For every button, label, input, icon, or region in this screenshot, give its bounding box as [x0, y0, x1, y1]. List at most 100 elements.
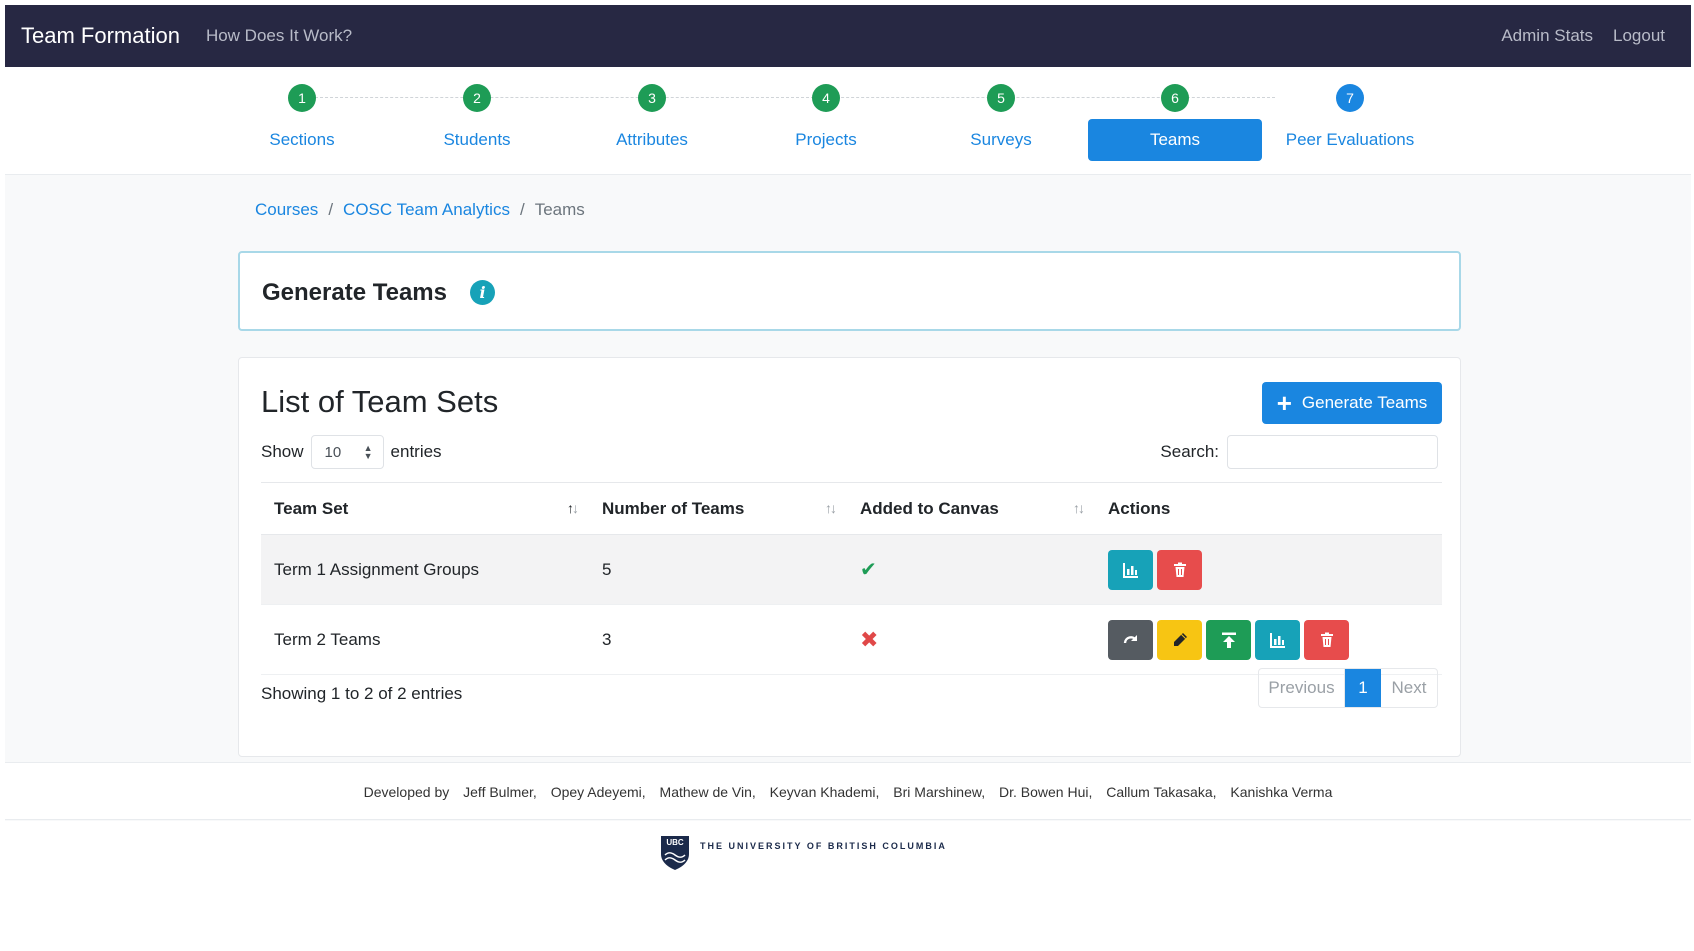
navbar-right: Admin Stats Logout: [1501, 5, 1665, 67]
upload-to-canvas-button[interactable]: [1206, 619, 1251, 660]
step-number: 4: [812, 84, 840, 112]
ubc-logo[interactable]: UBC THE UNIVERSITY OF BRITISH COLUMBIA: [660, 835, 947, 871]
step-students[interactable]: 2 Students: [390, 67, 564, 175]
ubc-crest-icon: UBC: [661, 836, 689, 870]
developer-name: Bri Marshinew,: [893, 784, 986, 800]
step-projects[interactable]: 4 Projects: [739, 67, 913, 175]
search-control: Search:: [1160, 435, 1438, 469]
step-surveys[interactable]: 5 Surveys: [914, 67, 1088, 175]
edit-button[interactable]: [1157, 619, 1202, 660]
step-label[interactable]: Teams: [1088, 119, 1262, 161]
svg-text:UBC: UBC: [666, 838, 684, 847]
column-header-actions: Actions: [1095, 482, 1442, 535]
plus-icon: +: [1276, 388, 1292, 418]
trash-icon: [1320, 632, 1333, 647]
step-label[interactable]: Peer Evaluations: [1263, 119, 1437, 161]
show-label: Show: [261, 442, 304, 461]
step-number: 3: [638, 84, 666, 112]
breadcrumb-separator: /: [328, 200, 334, 219]
step-label[interactable]: Sections: [215, 119, 389, 161]
pagination: Previous 1 Next: [1258, 668, 1438, 708]
pencil-icon: [1173, 632, 1187, 646]
developers-footer: Developed by Jeff Bulmer, Opey Adeyemi, …: [5, 762, 1691, 820]
developer-name: Kanishka Verma: [1230, 784, 1333, 800]
workflow-stepper: 1 Sections 2 Students 3 Attributes 4 Pro…: [5, 67, 1691, 175]
step-number: 2: [463, 84, 491, 112]
select-arrows-icon: ▲ ▼: [363, 443, 373, 461]
admin-stats-link[interactable]: Admin Stats: [1501, 26, 1593, 46]
breadcrumb-current: Teams: [534, 200, 585, 219]
step-label[interactable]: Students: [390, 119, 564, 161]
column-header-number-of-teams[interactable]: Number of Teams ↑↓: [589, 482, 847, 535]
number-of-teams: 3: [589, 604, 847, 675]
step-peer-evaluations[interactable]: 7 Peer Evaluations: [1263, 67, 1437, 175]
generate-teams-button[interactable]: + Generate Teams: [1262, 382, 1442, 424]
how-it-works-link[interactable]: How Does It Work?: [206, 26, 352, 46]
entries-select[interactable]: 10 ▲ ▼: [310, 435, 384, 469]
developed-by-label: Developed by: [363, 784, 450, 800]
developer-name: Dr. Bowen Hui,: [999, 784, 1093, 800]
view-stats-button[interactable]: [1108, 549, 1153, 590]
number-of-teams: 5: [589, 534, 847, 605]
actions-cell: [1095, 604, 1442, 675]
entries-length-control: Show 10 ▲ ▼ entries: [261, 435, 442, 469]
logout-link[interactable]: Logout: [1613, 26, 1665, 46]
developer-name: Keyvan Khademi,: [769, 784, 880, 800]
step-sections[interactable]: 1 Sections: [215, 67, 389, 175]
delete-button[interactable]: [1304, 619, 1349, 660]
added-to-canvas-cell: ✖: [847, 604, 1095, 675]
step-number: 7: [1336, 84, 1364, 112]
info-icon[interactable]: i: [470, 280, 495, 305]
redo-button[interactable]: [1108, 619, 1153, 660]
step-attributes[interactable]: 3 Attributes: [565, 67, 739, 175]
step-number: 5: [987, 84, 1015, 112]
brand-link[interactable]: Team Formation: [21, 23, 180, 49]
team-sets-title: List of Team Sets: [261, 384, 499, 419]
team-set-name: Term 2 Teams: [261, 604, 589, 675]
added-to-canvas-cell: ✔: [847, 534, 1095, 605]
breadcrumb: Courses / COSC Team Analytics / Teams: [255, 200, 585, 220]
university-footer: UBC THE UNIVERSITY OF BRITISH COLUMBIA: [5, 821, 1691, 945]
generate-teams-button-label: Generate Teams: [1301, 393, 1428, 412]
developer-name: Mathew de Vin,: [659, 784, 756, 800]
step-teams[interactable]: 6 Teams: [1088, 67, 1262, 175]
column-header-team-set[interactable]: Team Set ↑↓: [261, 482, 589, 535]
bar-chart-icon: [1269, 632, 1285, 648]
step-number: 1: [288, 84, 316, 112]
checkmark-icon: ✔: [860, 559, 877, 581]
step-number: 6: [1161, 84, 1189, 112]
search-input[interactable]: [1227, 435, 1438, 469]
sort-icon: ↑↓: [825, 500, 837, 516]
redo-icon: [1123, 634, 1137, 643]
table-row: Term 1 Assignment Groups 5 ✔: [261, 534, 1442, 605]
app-frame: Team Formation How Does It Work? Admin S…: [5, 5, 1691, 945]
column-header-added-to-canvas[interactable]: Added to Canvas ↑↓: [847, 482, 1095, 535]
step-label[interactable]: Projects: [739, 119, 913, 161]
team-sets-card: List of Team Sets + Generate Teams Show …: [238, 357, 1461, 757]
entries-label: entries: [390, 442, 442, 461]
generate-teams-card: Generate Teams i: [238, 251, 1461, 331]
trash-icon: [1173, 562, 1186, 577]
top-navbar: Team Formation How Does It Work? Admin S…: [5, 5, 1691, 67]
sort-icon: ↑↓: [567, 500, 579, 516]
breadcrumb-course[interactable]: COSC Team Analytics: [343, 200, 510, 220]
view-stats-button[interactable]: [1255, 619, 1300, 660]
actions-cell: [1095, 534, 1442, 605]
page-title: Generate Teams: [262, 279, 447, 306]
university-name: THE UNIVERSITY OF BRITISH COLUMBIA: [700, 841, 947, 851]
next-page-button[interactable]: Next: [1381, 669, 1437, 707]
sort-icon: ↑↓: [1073, 500, 1085, 516]
team-set-name: Term 1 Assignment Groups: [261, 534, 589, 605]
team-sets-table: Team Set ↑↓ Number of Teams ↑↓ Added to …: [261, 482, 1442, 675]
upload-icon: [1221, 632, 1236, 648]
breadcrumb-separator: /: [519, 200, 525, 219]
previous-page-button[interactable]: Previous: [1259, 669, 1345, 707]
step-label[interactable]: Surveys: [914, 119, 1088, 161]
table-row: Term 2 Teams 3 ✖: [261, 604, 1442, 675]
search-label: Search:: [1160, 442, 1219, 461]
page-1-button[interactable]: 1: [1345, 669, 1381, 707]
table-header-row: Team Set ↑↓ Number of Teams ↑↓ Added to …: [261, 482, 1442, 535]
delete-button[interactable]: [1157, 549, 1202, 590]
step-label[interactable]: Attributes: [565, 119, 739, 161]
breadcrumb-courses[interactable]: Courses: [255, 200, 318, 220]
